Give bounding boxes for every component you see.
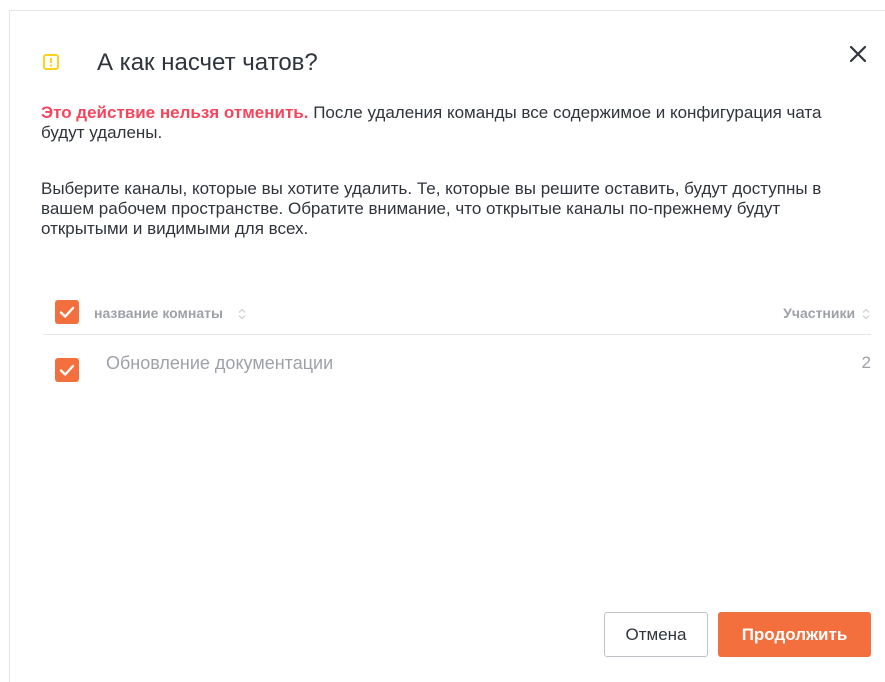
room-name: Обновление документации [106,353,334,373]
warning-icon [43,54,59,70]
irreversible-warning: Это действие нельзя отменить. [41,103,309,122]
continue-button[interactable]: Продолжить [718,612,871,657]
column-header-room-name[interactable]: название комнаты [94,305,247,321]
column-header-members[interactable]: Участники [783,305,871,321]
close-icon[interactable] [846,42,870,66]
sort-icon [238,308,246,320]
row-checkbox[interactable] [55,358,79,382]
warning-paragraph: Это действие нельзя отменить. После удал… [41,103,841,143]
check-icon [59,306,75,318]
delete-team-modal: А как насчет чатов? Это действие нельзя … [9,10,885,682]
column-header-members-label: Участники [783,305,856,321]
cancel-button[interactable]: Отмена [604,612,708,657]
sort-icon [862,308,870,320]
modal-header: А как насчет чатов? [10,11,885,111]
rooms-table-header: название комнаты Участники [43,296,871,335]
check-icon [59,364,75,376]
select-all-checkbox[interactable] [55,300,79,324]
column-header-room-name-label: название комнаты [94,305,223,321]
modal-title: А как насчет чатов? [97,49,318,76]
table-row[interactable]: Обновление документации 2 [43,345,871,385]
room-members-count: 2 [861,353,871,372]
info-paragraph: Выберите каналы, которые вы хотите удали… [41,179,822,238]
